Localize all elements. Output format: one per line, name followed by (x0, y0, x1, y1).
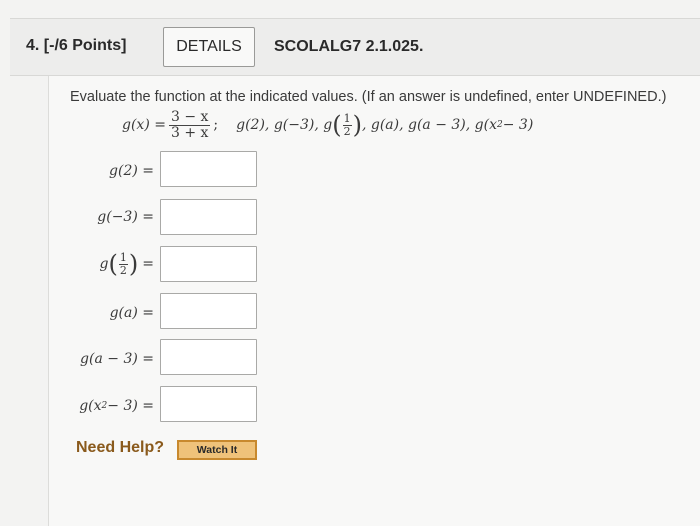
answer-input-g2[interactable] (160, 151, 257, 187)
row-label-g-half: g ( 1 2 ) = (99, 250, 154, 278)
answer-input-g-a[interactable] (160, 293, 257, 329)
question-number-points: 4. [-/6 Points] (26, 37, 127, 54)
half-numerator: 1 (342, 111, 352, 126)
row3-g: g (99, 256, 109, 272)
row3-half: 1 2 (118, 250, 128, 277)
row3-equals: = (142, 256, 154, 272)
instruction-text: Evaluate the function at the indicated v… (70, 89, 667, 105)
row6-post: − 3) = (107, 398, 154, 414)
row-label-g2: g(2) = (109, 163, 154, 179)
answer-input-g-a-minus-3[interactable] (160, 339, 257, 375)
need-help-label: Need Help? (76, 439, 165, 456)
question-code: SCOLALG7 2.1.025. (274, 38, 424, 55)
function-fraction: 3 − x 3 + x (168, 108, 211, 141)
eval-list-half: 1 2 (342, 111, 352, 138)
half-denominator: 2 (343, 124, 351, 138)
answer-input-g-neg3[interactable] (160, 199, 257, 235)
function-numerator: 3 − x (168, 108, 211, 126)
function-definition: g(x) = 3 − x 3 + x ; g(2), g(−3), g ( 1 … (122, 109, 533, 141)
question-content-panel (48, 76, 700, 526)
row-label-g-x2-minus-3: g(x 2 − 3) = (79, 398, 154, 414)
function-denominator: 3 + x (170, 124, 209, 141)
eval-list-part2: , g(a), g(a − 3), g(x (361, 117, 497, 133)
row3-half-den: 2 (119, 263, 127, 277)
function-lhs: g(x) = (122, 117, 166, 133)
eval-list-part3: − 3) (502, 117, 534, 133)
eval-list-part1: g(2), g(−3), g (236, 117, 333, 133)
function-trail: ; (213, 117, 219, 133)
row-label-g-a-minus-3: g(a − 3) = (80, 351, 154, 367)
row-label-g-neg3: g(−3) = (97, 209, 154, 225)
row6-pre: g(x (79, 398, 102, 414)
answer-input-g-half[interactable] (160, 246, 257, 282)
answer-input-g-x2-minus-3[interactable] (160, 386, 257, 422)
row3-half-num: 1 (118, 250, 128, 265)
watch-it-button[interactable]: Watch It (177, 440, 257, 460)
evaluation-list: g(2), g(−3), g ( 1 2 ) , g(a), g(a − 3),… (236, 111, 534, 139)
row-label-g-a: g(a) = (109, 305, 154, 321)
details-button[interactable]: DETAILS (163, 27, 255, 67)
